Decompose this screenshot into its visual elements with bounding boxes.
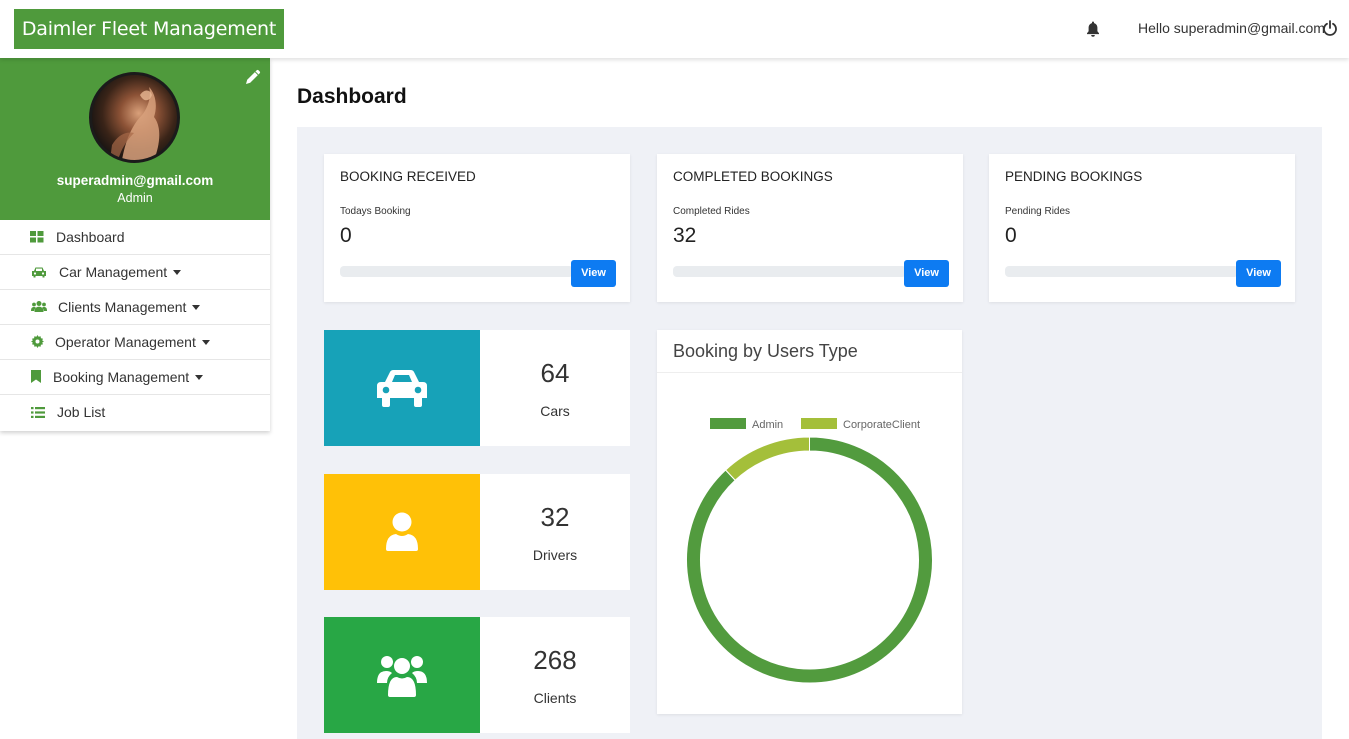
caret-down-icon [201,340,210,345]
card-value: 0 [340,224,352,247]
clients-count: 268 [533,645,577,675]
bookmark-icon [31,370,47,384]
clients-tile[interactable]: 268 Clients [324,617,630,733]
chart-title: Booking by Users Type [673,341,858,361]
completed-bookings-card: COMPLETED BOOKINGS Completed Rides 32 Vi… [657,154,963,302]
user-icon [386,512,418,551]
sidebar-item-booking-management[interactable]: Booking Management [0,360,270,395]
car-icon [31,265,47,279]
sidebar-item-label: Clients Management [58,299,201,315]
sidebar-menu: Dashboard Car Management Clients Managem… [0,220,270,430]
legend-label-admin: Admin [752,419,783,431]
card-value: 0 [1005,224,1017,247]
sidebar-item-label: Dashboard [56,229,125,245]
card-value: 32 [673,224,697,247]
legend-swatch-admin[interactable] [710,418,746,429]
booking-by-users-type-chart: Booking by Users Type Admin CorporateClie… [657,330,962,714]
profile-email: superadmin@gmail.com [56,173,214,188]
cars-tile[interactable]: 64 Cars [324,330,630,446]
cars-count: 64 [540,358,570,388]
users-icon [377,656,427,697]
user-greeting[interactable]: Hello superadmin@gmail.com [1138,20,1325,36]
sidebar: superadmin@gmail.com Admin Dashboard Car… [0,58,270,431]
tile-icon-box [324,474,480,590]
progress-bar [673,266,906,277]
booking-received-card: BOOKING RECEIVED Todays Booking 0 View [324,154,630,302]
gear-icon [31,335,47,349]
users-icon [31,300,47,314]
avatar [89,72,180,163]
sidebar-item-dashboard[interactable]: Dashboard [0,220,270,255]
view-button[interactable]: View [1236,260,1281,287]
sidebar-item-label: Operator Management [55,334,210,350]
pencil-icon[interactable] [244,68,262,86]
car-icon [377,370,427,407]
dashboard-icon [30,230,46,244]
tile-icon-box [324,617,480,733]
tile-icon-box [324,330,480,446]
card-title: PENDING BOOKINGS [1005,169,1143,184]
sidebar-item-car-management[interactable]: Car Management [0,255,270,290]
profile-panel: superadmin@gmail.com Admin [0,58,270,220]
top-navbar: Daimler Fleet Management Hello superadmi… [0,0,1349,58]
view-button[interactable]: View [904,260,949,287]
sidebar-item-job-list[interactable]: Job List [0,395,270,430]
bell-icon[interactable] [1085,20,1101,38]
brand-logo[interactable]: Daimler Fleet Management [14,9,284,49]
sidebar-item-label: Car Management [59,264,182,280]
drivers-count: 32 [540,502,570,532]
slice-corporateclient[interactable] [724,436,810,481]
pending-bookings-card: PENDING BOOKINGS Pending Rides 0 View [989,154,1295,302]
progress-bar [1005,266,1238,277]
caret-down-icon [173,270,182,275]
cars-label: Cars [540,403,570,419]
drivers-label: Drivers [532,547,578,563]
slice-admin[interactable] [686,436,933,684]
caret-down-icon [195,375,204,380]
clients-label: Clients [533,690,577,706]
sidebar-item-label: Job List [57,404,106,420]
dashboard-panel: BOOKING RECEIVED Todays Booking 0 View C… [297,127,1322,739]
sidebar-item-clients-management[interactable]: Clients Management [0,290,270,325]
sidebar-item-operator-management[interactable]: Operator Management [0,325,270,360]
profile-role: Admin [117,191,153,205]
list-icon [31,405,47,419]
card-title: COMPLETED BOOKINGS [673,169,833,184]
sidebar-item-label: Booking Management [53,369,204,385]
legend-label-corporateclient: CorporateClient [843,419,920,431]
card-subtitle: Todays Booking [340,206,411,217]
view-button[interactable]: View [571,260,616,287]
drivers-tile[interactable]: 32 Drivers [324,474,630,590]
card-subtitle: Pending Rides [1005,206,1071,217]
legend-swatch-corporateclient[interactable] [801,418,837,429]
card-title: BOOKING RECEIVED [340,169,476,184]
page-title: Dashboard [297,85,407,108]
power-icon[interactable] [1322,19,1338,37]
donut-chart: Admin CorporateClient [686,418,933,684]
progress-bar [340,266,573,277]
caret-down-icon [192,305,201,310]
card-subtitle: Completed Rides [673,206,750,217]
